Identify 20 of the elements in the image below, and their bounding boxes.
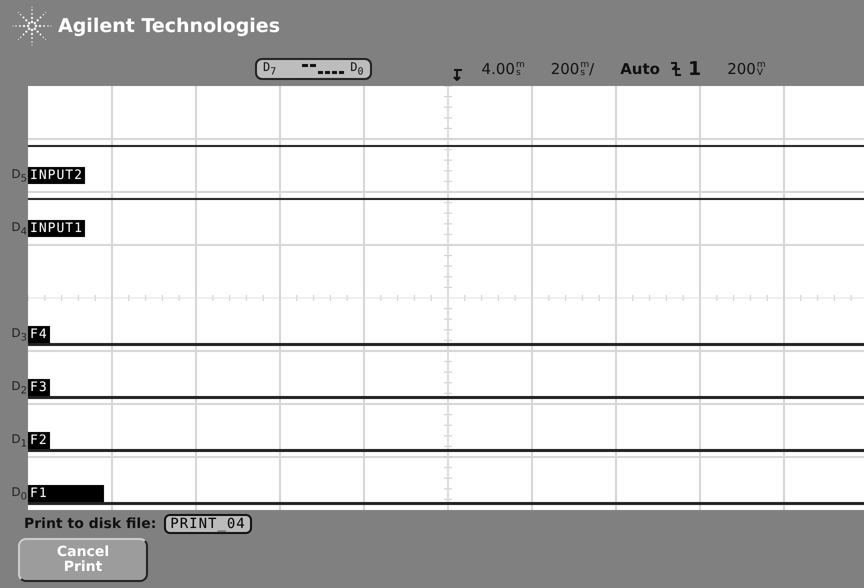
channel-label: F4 [28,326,50,343]
digital-activity-indicator: D$_{7}$ D$_{0}$ [255,58,372,80]
channel-number: D$_{1}$ [10,432,28,449]
channel-label: F3 [28,378,50,396]
channel-number: D$_{4}$ [10,220,28,237]
channel-number: D$_{3}$ [10,326,28,343]
print-label: Print to disk file: [24,516,156,532]
channel-label: INPUT1 [28,220,85,237]
channel-number: D$_{2}$ [10,378,28,396]
channel-label: INPUT2 [28,166,85,184]
filename-field[interactable]: PRINT_04 [164,514,252,534]
channel-label: F2 [28,432,50,449]
falling-edge-icon [670,61,682,77]
trigger-mode: Auto [620,60,660,78]
brand-title: Agilent Technologies [58,15,280,37]
channel-label: F1 [28,484,104,502]
trigger-position-icon [452,67,464,81]
trigger-source: 1 [688,58,702,80]
channel-number: D$_{0}$ [10,484,28,502]
channel-number: D$_{5}$ [10,166,28,184]
